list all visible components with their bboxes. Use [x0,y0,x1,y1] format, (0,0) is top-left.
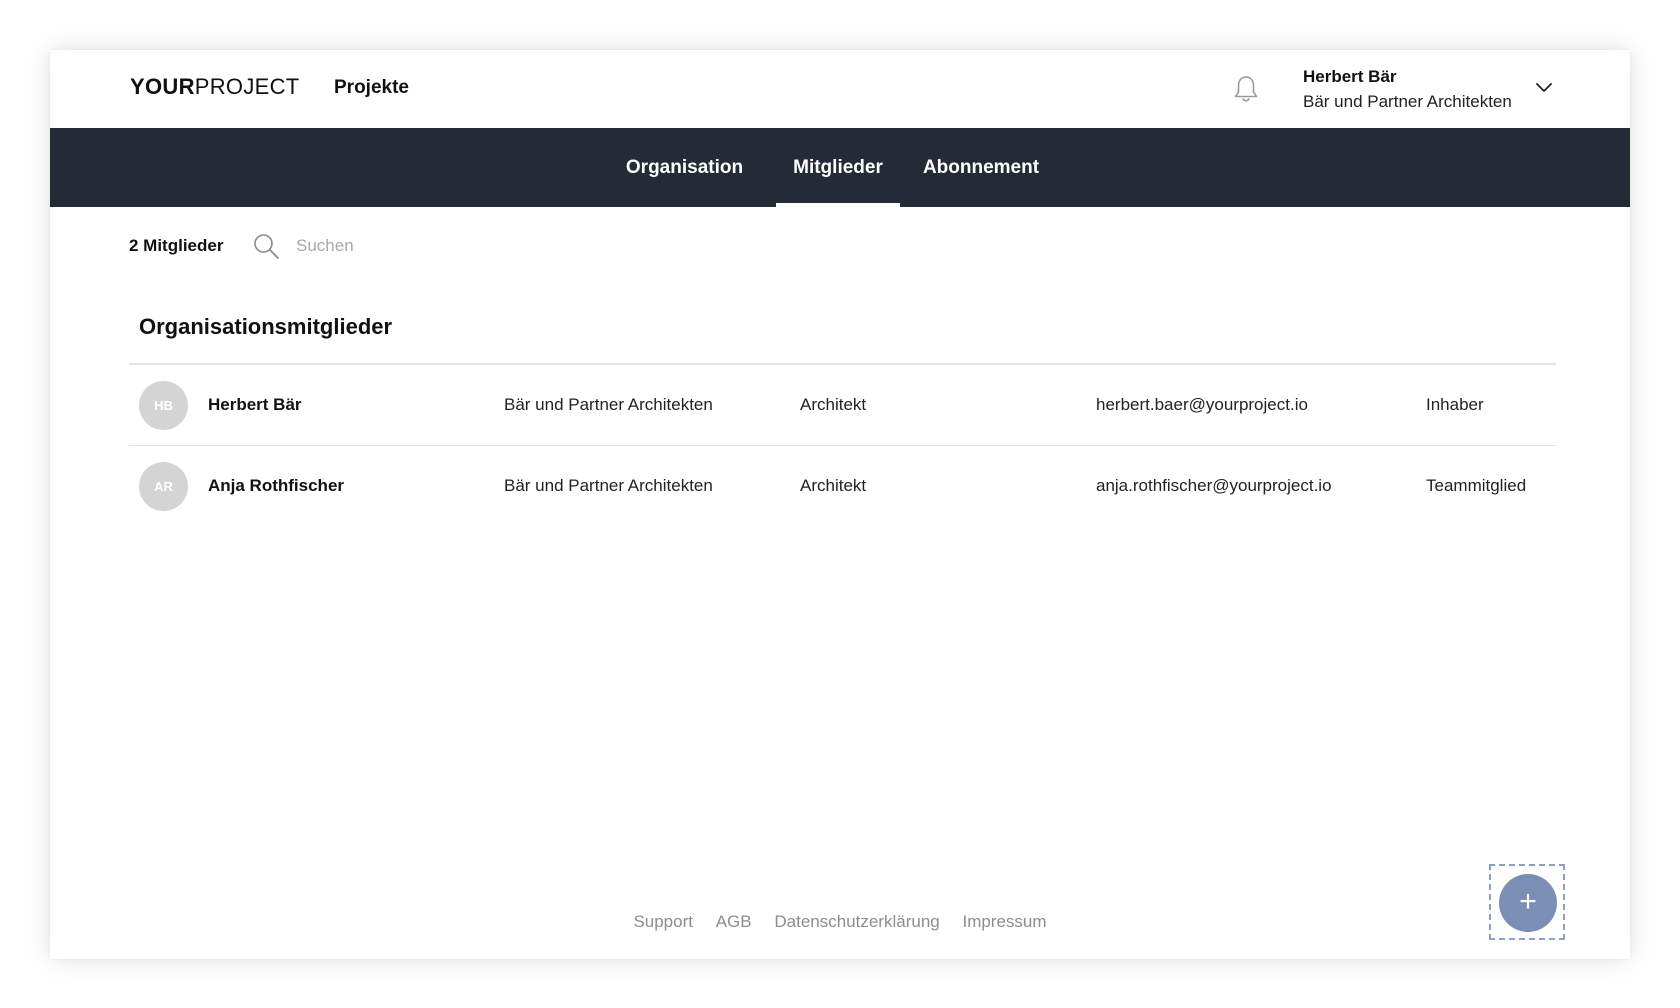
footer-link-support[interactable]: Support [633,912,693,931]
yourproject-logo[interactable]: YOURPROJECT [130,74,300,100]
section-tabbar: Organisation Mitglieder Abonnement [50,128,1630,207]
member-role: Architekt [800,395,867,414]
user-account-menu[interactable]: Herbert Bär Bär und Partner Architekten [1303,65,1512,114]
member-status: Teammitglied [1426,476,1527,495]
add-member-focus-frame: + [1489,864,1565,940]
app-window: YOURPROJECT Projekte Herbert Bär Bär und… [50,50,1630,959]
bell-icon[interactable] [1232,74,1260,104]
tab-organisation[interactable]: Organisation [620,128,749,207]
member-email: herbert.baer@yourproject.io [1096,395,1308,414]
footer-link-impressum[interactable]: Impressum [962,912,1046,931]
search-input[interactable] [292,230,560,262]
avatar: AR [139,462,188,511]
tab-abonnement[interactable]: Abonnement [920,128,1042,207]
member-name: Anja Rothfischer [208,476,345,495]
footer-link-agb[interactable]: AGB [716,912,752,931]
chevron-down-icon[interactable] [1534,78,1554,98]
top-header: YOURPROJECT Projekte Herbert Bär Bär und… [50,50,1630,128]
logo-light-text: PROJECT [194,74,300,99]
member-name: Herbert Bär [208,395,302,414]
footer-link-datenschutz[interactable]: Datenschutzerklärung [774,912,939,931]
user-name: Herbert Bär [1303,67,1397,86]
member-email: anja.rothfischer@yourproject.io [1096,476,1332,495]
member-company: Bär und Partner Architekten [504,476,713,495]
member-status: Inhaber [1426,395,1484,414]
table-row[interactable]: HB Herbert Bär Bär und Partner Architekt… [129,365,1556,446]
plus-icon: + [1519,885,1537,918]
avatar: HB [139,381,188,430]
footer-links: Support AGB Datenschutzerklärung Impress… [50,912,1630,932]
table-row[interactable]: AR Anja Rothfischer Bär und Partner Arch… [129,446,1556,526]
section-title: Organisationsmitglieder [139,314,393,339]
nav-projects-link[interactable]: Projekte [334,77,409,99]
member-company: Bär und Partner Architekten [504,395,713,414]
member-role: Architekt [800,476,867,495]
members-table: HB Herbert Bär Bär und Partner Architekt… [129,363,1556,526]
tab-mitglieder[interactable]: Mitglieder [776,128,900,207]
add-member-button[interactable]: + [1499,874,1557,932]
member-count: 2 Mitglieder [129,236,224,255]
logo-bold-text: YOUR [130,74,195,99]
user-organization: Bär und Partner Architekten [1303,92,1512,111]
search-icon[interactable] [252,232,280,260]
